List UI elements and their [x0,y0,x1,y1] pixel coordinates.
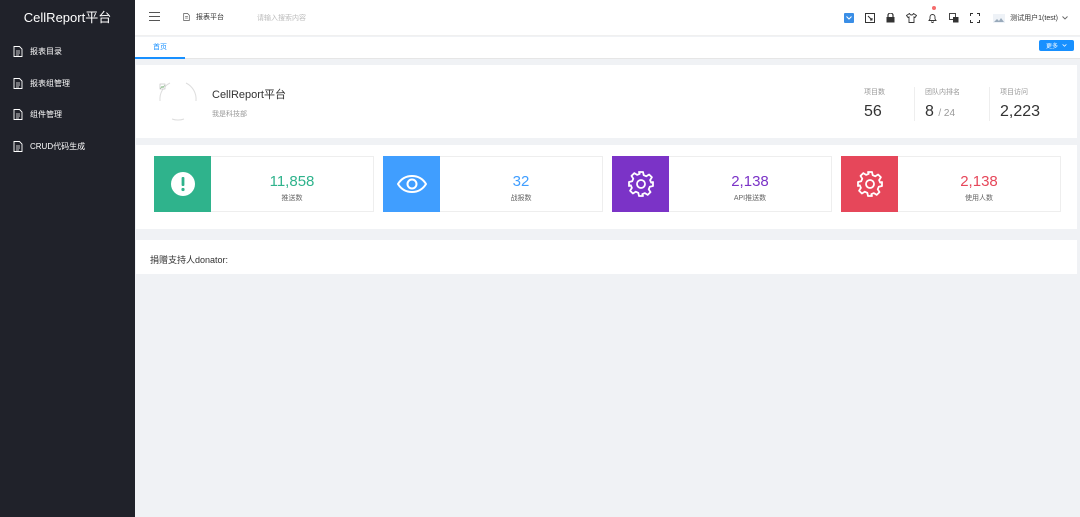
sidebar-item-label: 报表目录 [30,47,62,57]
gear-icon [856,171,883,197]
stat-value: 2,223 [1000,103,1041,120]
profile-title: CellReport平台 [212,89,286,101]
card-label: 使用人数 [965,195,993,202]
sidebar-item-crud[interactable]: CRUD代码生成 [0,131,135,163]
eye-icon [396,175,427,193]
stat-label: 团队内排名 [925,89,960,96]
top-header: 报表平台 测试用户1(test) [135,0,1080,36]
theme-button[interactable] [901,0,922,36]
donator-panel: 捐赠支持人donator: [136,240,1077,274]
sidebar-menu: 报表目录 报表组管理 组件管理 CRUD代码生成 [0,36,135,162]
user-name: 测试用户1(test) [1010,15,1058,22]
sidebar-item-report-catalog[interactable]: 报表目录 [0,36,135,68]
fullscreen-button[interactable] [964,0,985,36]
user-menu[interactable]: 测试用户1(test) [985,0,1080,36]
card-user-count[interactable]: 2,138 使用人数 [841,156,1061,212]
sidebar: CellReport平台 报表目录 报表组管理 组件管理 CRUD代码生成 [0,0,135,517]
profile-card: CellReport平台 我是科技部 项目数 56 团队内排名 8 / 24 项… [136,65,1077,138]
chevron-down-icon [843,13,854,23]
card-icon-bg [841,156,898,212]
sidebar-item-report-group[interactable]: 报表组管理 [0,68,135,100]
gear-icon [627,171,654,197]
broken-image-icon [159,82,197,121]
avatar [993,13,1006,23]
alert-icon [170,172,195,196]
stat-value-sub: / 24 [938,108,956,119]
tab-bar: 首页 更多 [135,37,1080,59]
document-icon [13,109,23,121]
tab-home[interactable]: 首页 [135,37,185,59]
translate-icon [948,13,959,23]
card-icon-bg [154,156,211,212]
card-value: 32 [512,173,530,190]
donator-label: 捐赠支持人donator: [150,255,229,265]
card-icon-bg [383,156,440,212]
sidebar-item-label: 组件管理 [30,110,62,120]
stat-projects: 项目数 56 [864,87,885,121]
stat-cards: 11,858 推送数 32 战报数 2,138 API推送数 2,138 使用人… [136,145,1077,229]
sidebar-brand: CellReport平台 [23,10,112,25]
document-icon [13,140,23,152]
card-value: 2,138 [731,173,769,190]
sidebar-item-components[interactable]: 组件管理 [0,99,135,131]
header-toolbar: 测试用户1(test) [838,0,1080,36]
stat-value-wrap: 8 / 24 [925,103,960,121]
card-label: 战报数 [510,195,532,202]
more-button[interactable]: 更多 [1039,40,1074,51]
chevron-down-icon [1062,44,1067,47]
card-label: API推送数 [733,195,767,202]
card-value: 11,858 [269,173,315,190]
shirt-icon [906,13,918,23]
profile-subtitle: 我是科技部 [212,111,247,118]
card-push-count[interactable]: 11,858 推送数 [154,156,374,212]
card-label: 推送数 [281,195,303,202]
stat-visits: 项目访问 2,223 [989,87,1040,121]
document-icon [13,77,23,89]
screenshot-icon [864,13,875,23]
sidebar-item-label: 报表组管理 [30,78,70,88]
language-button[interactable] [943,0,964,36]
stat-team-rank: 团队内排名 8 / 24 [914,87,960,121]
search-input[interactable] [257,11,377,25]
sidebar-item-label: CRUD代码生成 [30,141,86,151]
screenshot-button[interactable] [859,0,880,36]
breadcrumb[interactable]: 报表平台 [183,12,224,22]
stat-value: 8 [925,103,934,120]
lock-icon [886,13,895,23]
card-report-count[interactable]: 32 战报数 [383,156,603,212]
notification-button[interactable] [922,0,943,36]
notification-dot [932,6,937,10]
stat-label: 项目访问 [1000,89,1028,96]
card-icon-bg [612,156,669,212]
stat-value: 56 [864,103,882,120]
bell-icon [928,14,937,23]
document-icon [183,13,190,21]
breadcrumb-label: 报表平台 [196,14,224,21]
fullscreen-icon [969,13,980,23]
menu-toggle-icon[interactable] [149,12,160,22]
card-value: 2,138 [960,173,998,190]
document-icon [13,46,23,58]
dropdown-toggle[interactable] [838,0,859,36]
card-api-push-count[interactable]: 2,138 API推送数 [612,156,832,212]
chevron-down-icon [1062,16,1068,20]
stat-label: 项目数 [864,89,885,96]
more-label: 更多 [1045,44,1058,50]
lock-button[interactable] [880,0,901,36]
